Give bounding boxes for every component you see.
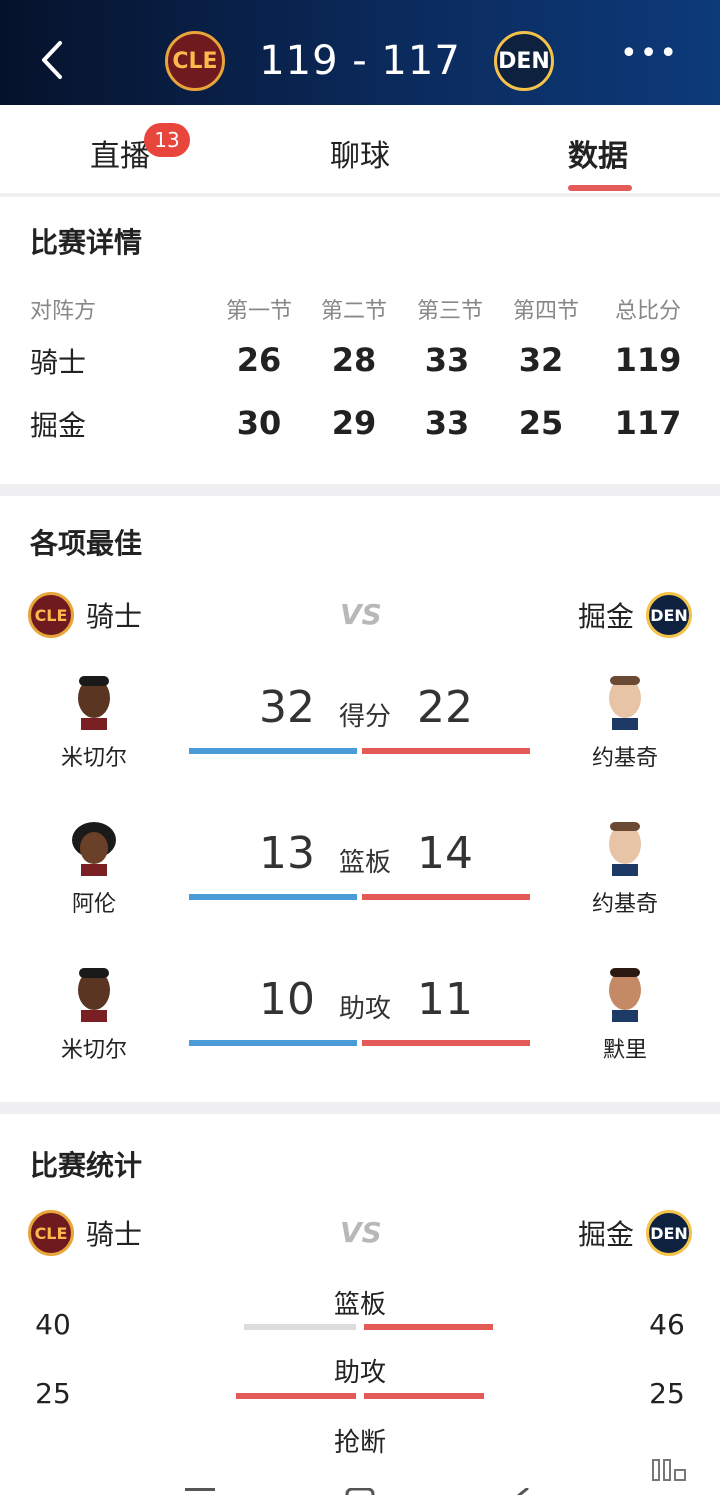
away-leader-value: 14 bbox=[417, 828, 473, 879]
leaders-card: 各项最佳 CLE 骑士 VS 掘金 DEN 米切尔 32 得分 22 约基奇 阿… bbox=[0, 496, 720, 1102]
section-title: 比赛统计 bbox=[30, 1149, 143, 1182]
column-header: 第二节 bbox=[320, 299, 387, 324]
section-title: 比赛详情 bbox=[30, 226, 143, 259]
away-leader-value: 22 bbox=[417, 682, 473, 733]
away-stat-bar bbox=[364, 1324, 493, 1330]
away-team-logo[interactable]: DEN bbox=[494, 31, 554, 91]
away-team-name: 掘金 bbox=[577, 1218, 634, 1251]
column-header: 第一节 bbox=[225, 299, 292, 324]
column-header: 对阵方 bbox=[30, 299, 97, 324]
den-logo: DEN bbox=[646, 1210, 692, 1256]
home-leader-value: 32 bbox=[259, 682, 315, 733]
leader-category: 篮板 bbox=[338, 848, 391, 878]
home-leader-value: 13 bbox=[259, 828, 315, 879]
home-team-name: 骑士 bbox=[86, 600, 143, 633]
home-stat-value: 40 bbox=[35, 1308, 71, 1341]
away-stat-bar bbox=[364, 1393, 484, 1399]
player-avatar[interactable] bbox=[71, 820, 117, 876]
tab-data[interactable]: 数据 bbox=[568, 131, 628, 175]
team-stats-card: 比赛统计 CLE 骑士 VS 掘金 DEN 篮板 40 46 助攻 25 25 … bbox=[0, 1114, 720, 1495]
away-leader-name: 约基奇 bbox=[591, 746, 658, 771]
home-stat-bar bbox=[189, 748, 357, 754]
game-details-card: 比赛详情 对阵方 第一节 第二节 第三节 第四节 总比分 骑士 26 28 33… bbox=[0, 197, 720, 484]
column-header: 总比分 bbox=[614, 299, 681, 324]
chevron-left-icon bbox=[42, 41, 62, 79]
vs-label: VS bbox=[340, 1216, 382, 1249]
home-team-header[interactable]: CLE 骑士 bbox=[28, 592, 142, 638]
more-options-button[interactable]: ••• bbox=[620, 39, 677, 74]
player-avatar[interactable] bbox=[71, 966, 117, 1022]
menu-icon[interactable] bbox=[185, 1488, 215, 1495]
leader-category: 助攻 bbox=[338, 994, 391, 1024]
quarter-score: 26 bbox=[236, 341, 282, 379]
cle-logo: CLE bbox=[28, 592, 74, 638]
team-name-home: 骑士 bbox=[30, 346, 87, 379]
back-button[interactable] bbox=[30, 35, 80, 85]
stat-category: 助攻 bbox=[333, 1358, 386, 1388]
column-header: 第三节 bbox=[416, 299, 483, 324]
stat-category: 篮板 bbox=[333, 1290, 386, 1320]
home-stat-bar bbox=[236, 1393, 356, 1399]
player-avatar[interactable] bbox=[602, 674, 648, 730]
home-stat-bar bbox=[189, 1040, 357, 1046]
home-leader-name: 阿伦 bbox=[71, 892, 116, 917]
cle-logo: CLE bbox=[28, 1210, 74, 1256]
section-title: 各项最佳 bbox=[30, 527, 143, 560]
column-header: 第四节 bbox=[512, 299, 579, 324]
away-stat-bar bbox=[362, 1040, 530, 1046]
home-stat-value: 25 bbox=[35, 1377, 71, 1410]
active-tab-indicator bbox=[568, 185, 632, 191]
away-stat-bar bbox=[362, 748, 530, 754]
away-stat-value: 46 bbox=[649, 1308, 685, 1341]
back-nav-icon[interactable] bbox=[512, 1488, 532, 1495]
quarter-score: 29 bbox=[331, 404, 377, 442]
player-avatar[interactable] bbox=[71, 674, 117, 730]
quarter-score: 33 bbox=[424, 404, 470, 442]
home-stat-bar bbox=[244, 1324, 356, 1330]
den-logo: DEN bbox=[646, 592, 692, 638]
home-leader-value: 10 bbox=[259, 974, 315, 1025]
quarter-score: 28 bbox=[331, 341, 377, 379]
keyboard-icon[interactable] bbox=[652, 1458, 702, 1482]
away-stat-bar bbox=[362, 894, 530, 900]
tab-bar: 直播 13 聊球 数据 bbox=[0, 105, 720, 193]
home-team-logo[interactable]: CLE bbox=[165, 31, 225, 91]
home-team-header[interactable]: CLE 骑士 bbox=[28, 1210, 142, 1256]
quarter-score: 33 bbox=[424, 341, 470, 379]
away-leader-name: 默里 bbox=[602, 1038, 647, 1063]
away-team-header[interactable]: 掘金 DEN bbox=[578, 1210, 692, 1256]
team-name-away: 掘金 bbox=[30, 409, 87, 442]
player-avatar[interactable] bbox=[602, 966, 648, 1022]
game-header: CLE 119 - 117 DEN ••• bbox=[0, 0, 720, 105]
away-leader-value: 11 bbox=[417, 974, 473, 1025]
away-stat-value: 25 bbox=[649, 1377, 685, 1410]
tab-chat[interactable]: 聊球 bbox=[330, 131, 390, 175]
total-score: 117 bbox=[614, 404, 682, 442]
home-leader-name: 米切尔 bbox=[60, 1038, 127, 1063]
tab-live[interactable]: 直播 bbox=[90, 131, 150, 175]
stat-category: 抢断 bbox=[333, 1428, 386, 1458]
home-icon[interactable] bbox=[345, 1488, 375, 1495]
away-leader-name: 约基奇 bbox=[591, 892, 658, 917]
quarter-score: 32 bbox=[518, 341, 564, 379]
quarter-score: 30 bbox=[236, 404, 282, 442]
home-stat-bar bbox=[189, 894, 357, 900]
system-nav-bar bbox=[0, 1459, 720, 1495]
score-display: 119 - 117 bbox=[259, 38, 461, 84]
vs-label: VS bbox=[340, 598, 382, 631]
leader-category: 得分 bbox=[338, 702, 391, 732]
live-count-badge: 13 bbox=[144, 123, 190, 157]
home-leader-name: 米切尔 bbox=[60, 746, 127, 771]
total-score: 119 bbox=[614, 341, 682, 379]
away-team-header[interactable]: 掘金 DEN bbox=[578, 592, 692, 638]
player-avatar[interactable] bbox=[602, 820, 648, 876]
home-team-name: 骑士 bbox=[86, 1218, 143, 1251]
quarter-score: 25 bbox=[518, 404, 564, 442]
away-team-name: 掘金 bbox=[577, 600, 634, 633]
